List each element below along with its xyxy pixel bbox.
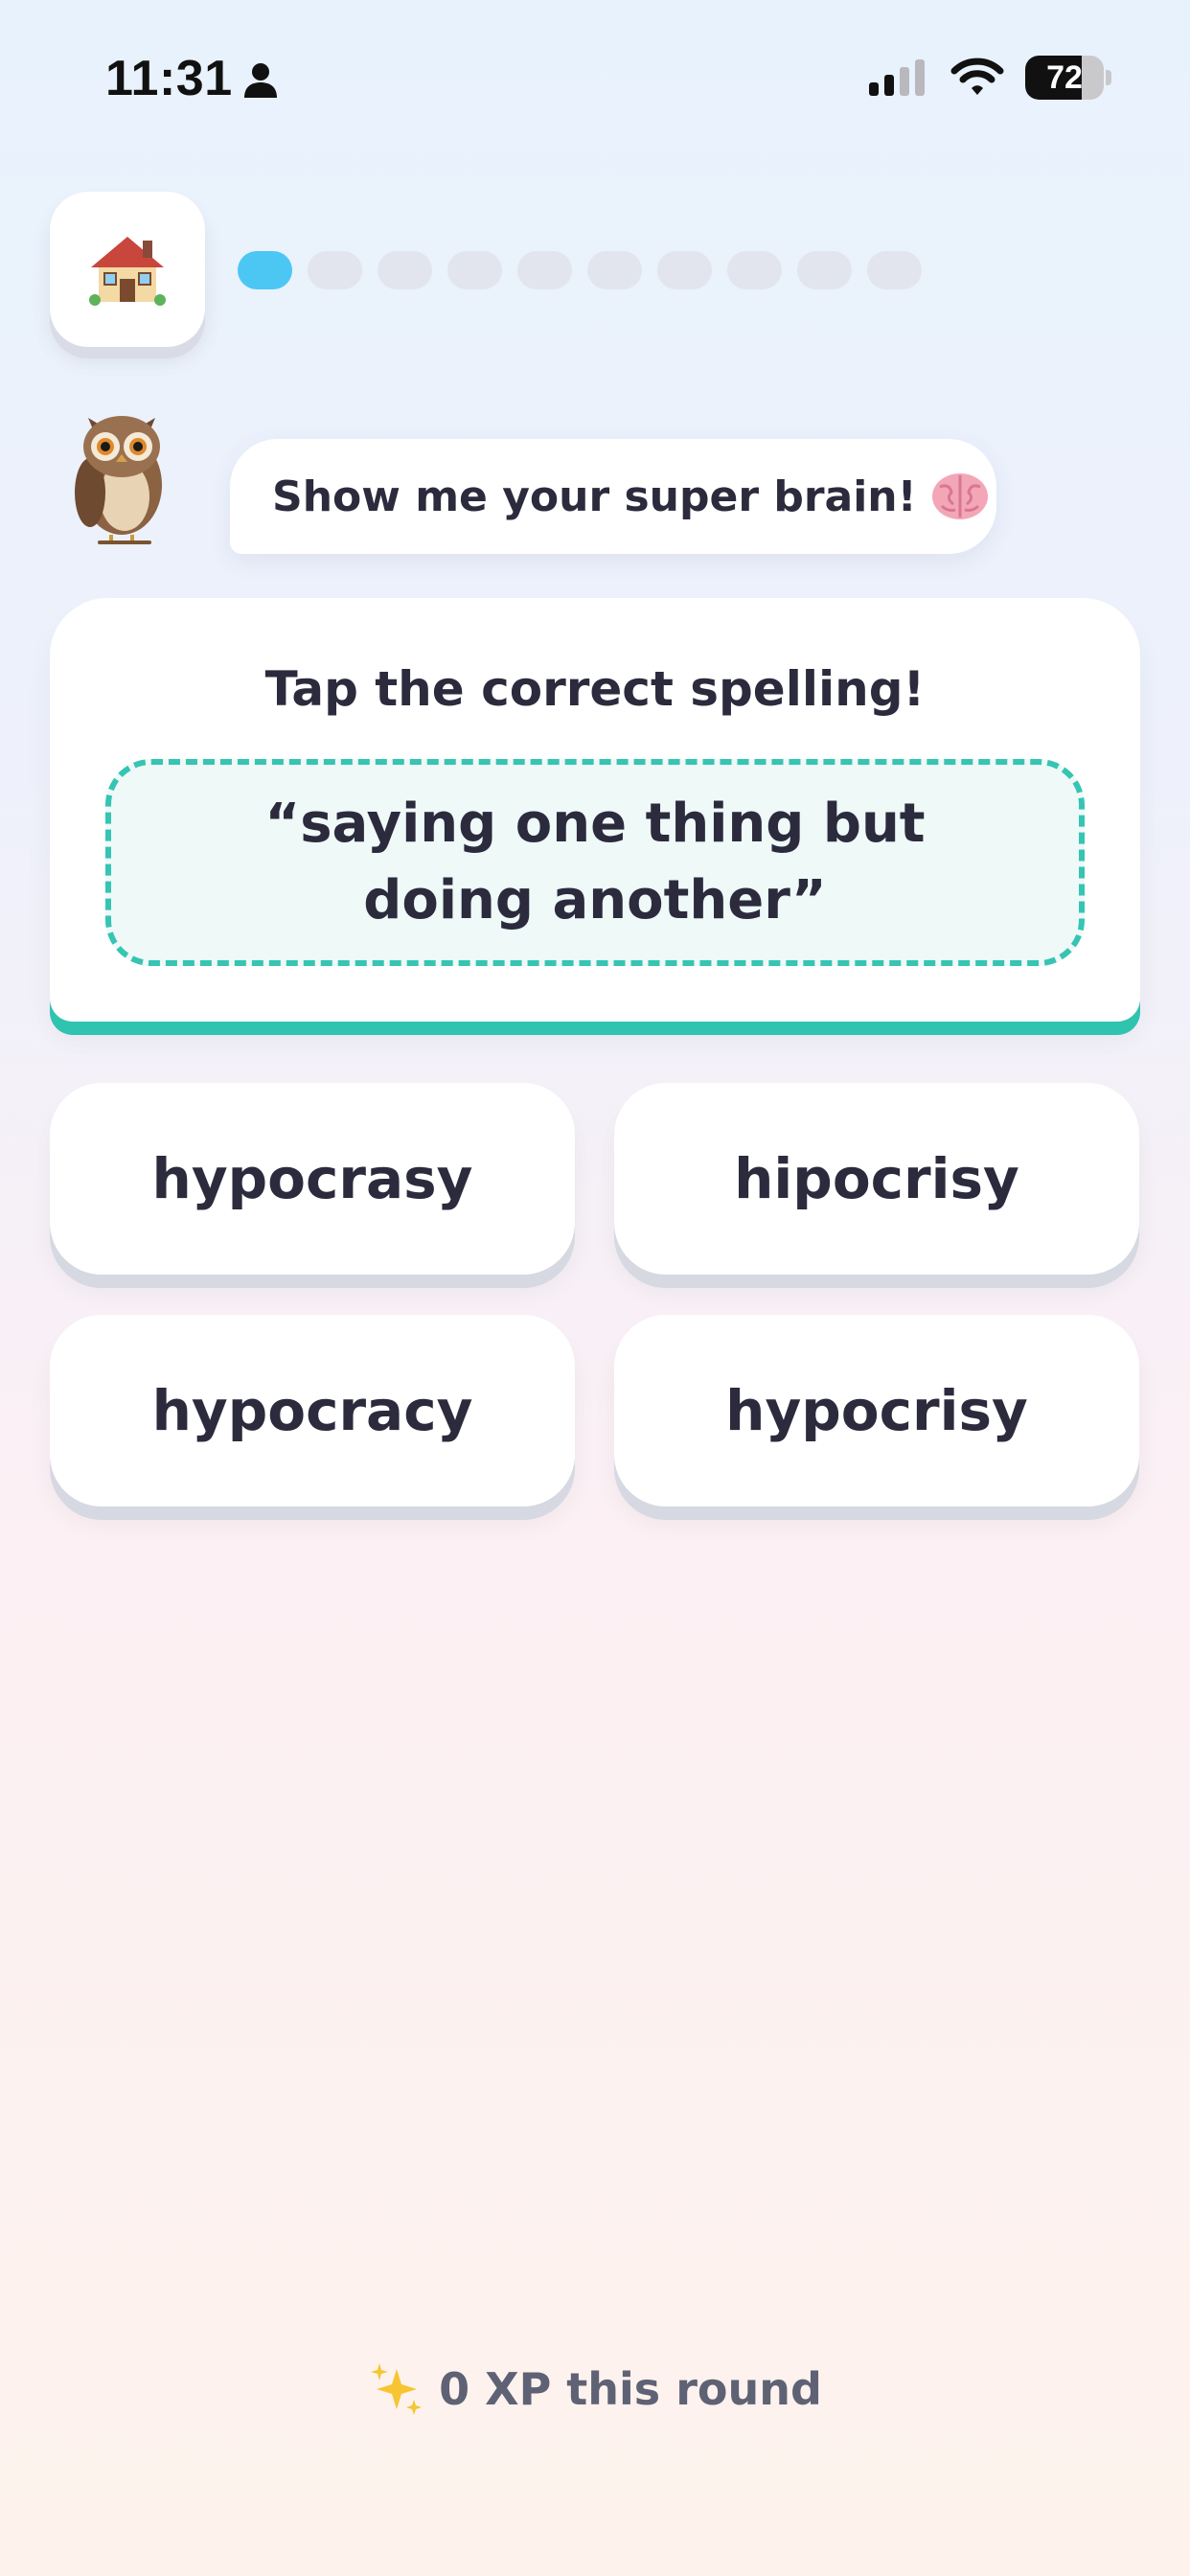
cellular-signal-icon	[869, 59, 925, 96]
progress-step-5	[517, 251, 572, 289]
definition-text: “saying one thing but doing another”	[264, 793, 926, 932]
progress-step-6	[587, 251, 642, 289]
answer-option-hypocrisy[interactable]: hypocrisy	[614, 1315, 1139, 1506]
question-card: Tap the correct spelling! “saying one th…	[50, 598, 1140, 1022]
battery-indicator: 72	[1025, 56, 1111, 100]
definition-box: “saying one thing but doing another”	[105, 759, 1085, 966]
progress-step-1	[238, 251, 292, 289]
battery-level-text: 72	[1046, 59, 1083, 96]
question-prompt: Tap the correct spelling!	[264, 661, 926, 717]
progress-step-4	[447, 251, 502, 289]
answer-option-hypocrasy[interactable]: hypocrasy	[50, 1083, 575, 1275]
answer-option-hipocrisy[interactable]: hipocrisy	[614, 1083, 1139, 1275]
house-icon	[89, 237, 166, 306]
owl-icon	[75, 416, 162, 544]
progress-step-3	[378, 251, 432, 289]
progress-step-7	[657, 251, 712, 289]
home-button[interactable]	[50, 192, 205, 347]
progress-step-8	[727, 251, 782, 289]
status-time: 11:31	[105, 51, 233, 106]
mascot-message: Show me your super brain!	[272, 472, 917, 521]
progress-step-9	[797, 251, 852, 289]
wifi-icon	[950, 58, 1004, 95]
progress-step-10	[867, 251, 922, 289]
sparkles-icon	[371, 2363, 423, 2415]
xp-round-text: 0 XP this round	[439, 2363, 822, 2415]
mascot-speech-bubble: Show me your super brain!	[230, 439, 996, 554]
progress-step-2	[308, 251, 362, 289]
lesson-progress	[238, 251, 922, 289]
xp-footer: 0 XP this round	[0, 2361, 1190, 2417]
answer-option-hypocracy[interactable]: hypocracy	[50, 1315, 575, 1506]
brain-icon	[931, 473, 988, 519]
person-icon	[244, 63, 277, 98]
